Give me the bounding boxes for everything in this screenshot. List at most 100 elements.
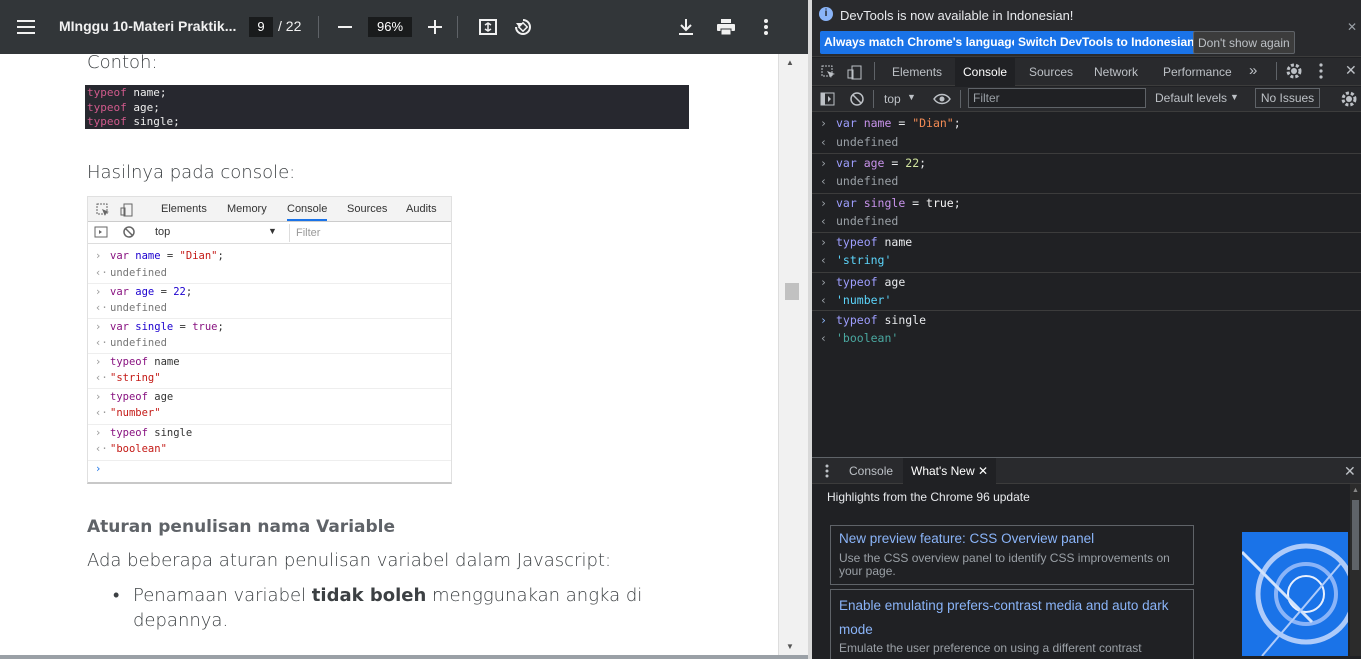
feature-card-description: Use the CSS overview panel to identify C… [839, 551, 1170, 578]
scrollbar-thumb[interactable] [785, 283, 799, 300]
embedded-tab: Sources [347, 203, 388, 215]
page-total: / 22 [278, 18, 302, 34]
scrollbar-thumb[interactable] [1352, 500, 1359, 570]
embedded-tab: Audits [406, 203, 437, 215]
customize-menu-icon[interactable] [1319, 63, 1323, 82]
embedded-filter: Filter [289, 224, 449, 242]
feature-card[interactable]: New preview feature: CSS Overview panel … [830, 525, 1194, 585]
sidebar-toggle-icon[interactable] [820, 92, 835, 109]
sidebar-toggle-icon [94, 226, 108, 241]
close-drawer-icon[interactable]: ✕ [1344, 463, 1356, 480]
close-tab-icon[interactable]: ✕ [978, 464, 988, 478]
issues-counter-button[interactable]: No Issues [1255, 88, 1320, 108]
whats-new-label: What's New [911, 464, 975, 478]
console-output-line: ‹'string' [820, 253, 892, 267]
bullet-item-continuation: depannya. [133, 610, 229, 631]
embedded-tab: Elements [161, 203, 207, 215]
code-line: typeof single; [87, 115, 180, 128]
embedded-tab: Memory [227, 203, 267, 215]
embedded-console-line: › typeof age [88, 388, 451, 405]
console-input-line[interactable]: › typeof name [812, 232, 1361, 251]
console-input-line[interactable]: › typeof age [812, 272, 1361, 291]
whats-new-scrollbar[interactable]: ▲ [1350, 484, 1361, 656]
embedded-console-line: ‹· undefined [95, 302, 167, 314]
tab-divider [874, 62, 875, 80]
dropdown-icon: ▼ [268, 226, 277, 236]
tab-network[interactable]: Network [1094, 65, 1138, 79]
tab-divider [1276, 62, 1277, 80]
context-select: top [155, 226, 171, 238]
console-filter-input[interactable]: Filter [968, 88, 1146, 108]
divider [960, 90, 961, 108]
divider [873, 90, 874, 108]
tab-console[interactable]: Console [955, 58, 1016, 86]
dropdown-icon[interactable]: ▼ [907, 92, 916, 102]
console-input-line[interactable]: › typeof single [812, 310, 1361, 329]
print-icon[interactable] [715, 16, 737, 38]
inspect-element-icon[interactable] [821, 65, 836, 83]
always-match-language-button[interactable]: Always match Chrome's language [820, 31, 1023, 54]
info-icon: i [819, 7, 833, 21]
console-input-line[interactable]: › var age = 22; [812, 153, 1361, 172]
scroll-down-icon[interactable]: ▼ [786, 642, 794, 651]
drawer-menu-icon[interactable] [825, 464, 829, 481]
context-selector[interactable]: top [884, 92, 901, 106]
more-tabs-icon[interactable]: » [1249, 62, 1257, 79]
log-levels-select[interactable]: Default levels [1155, 91, 1227, 105]
highlights-heading: Highlights from the Chrome 96 update [827, 490, 1030, 504]
hasil-label: Hasilnya pada console: [87, 162, 296, 183]
scroll-up-icon[interactable]: ▲ [786, 58, 794, 67]
tab-sources[interactable]: Sources [1029, 65, 1073, 79]
download-icon[interactable] [675, 16, 697, 38]
feature-card-title[interactable]: Enable emulating prefers-contrast media … [839, 594, 1185, 642]
console-input-line[interactable]: › var name = "Dian"; [812, 114, 1361, 133]
clear-console-icon[interactable] [850, 92, 864, 109]
console-output-line: ‹'boolean' [820, 331, 899, 345]
feature-card-title[interactable]: New preview feature: CSS Overview panel [839, 530, 1185, 548]
close-devtools-icon[interactable]: ✕ [1345, 62, 1357, 79]
device-icon [120, 203, 134, 220]
console-settings-icon[interactable] [1341, 91, 1357, 110]
more-options-icon[interactable] [755, 16, 777, 38]
drawer-tab-console[interactable]: Console [849, 464, 893, 478]
dropdown-icon[interactable]: ▼ [1230, 92, 1239, 102]
embedded-console-line: ‹· "boolean" [95, 443, 167, 455]
scroll-up-icon[interactable]: ▲ [1352, 487, 1359, 494]
paragraph: Ada beberapa aturan penulisan variabel d… [87, 550, 612, 571]
device-toolbar-icon[interactable] [847, 65, 862, 83]
drawer-tab-whats-new[interactable]: What's New ✕ [903, 458, 997, 485]
settings-gear-icon[interactable] [1286, 63, 1302, 82]
embedded-console-line: › var name = "Dian"; [95, 250, 224, 262]
zoom-out-icon[interactable] [335, 17, 355, 37]
zoom-in-icon[interactable] [425, 17, 445, 37]
console-filterbar: top ▼ Filter Default levels ▼ No Issues [812, 87, 1361, 112]
menu-icon[interactable] [14, 15, 38, 39]
embedded-filterbar: top ▼ Filter [88, 222, 451, 244]
live-expression-eye-icon[interactable] [933, 93, 951, 108]
pdf-bottom-edge [0, 655, 808, 659]
embedded-console-line: ‹· undefined [95, 337, 167, 349]
feature-card[interactable]: Enable emulating prefers-contrast media … [830, 589, 1194, 659]
embedded-console-prompt: › [88, 460, 451, 477]
console-output-line: ‹'number' [820, 293, 892, 307]
console-output-line: ‹ undefined [820, 135, 899, 149]
fit-page-icon[interactable] [477, 16, 499, 38]
section-heading: Aturan penulisan nama Variable [87, 517, 396, 537]
infobar-message: DevTools is now available in Indonesian! [840, 8, 1074, 23]
clear-icon [123, 226, 135, 241]
drawer-tabbar: Console What's New ✕ ✕ [812, 457, 1361, 485]
close-infobar-icon[interactable]: ✕ [1347, 20, 1357, 34]
embedded-tab-active: Console [287, 203, 328, 221]
embedded-tabbar: Elements Memory Console Sources Audits [88, 197, 451, 222]
pdf-toolbar: MInggu 10-Materi Praktik... 9 / 22 96% [0, 0, 808, 54]
pdf-scrollbar[interactable]: ▲ ▼ [778, 54, 808, 656]
switch-language-button[interactable]: Switch DevTools to Indonesian [1014, 31, 1199, 54]
contoh-label: Contoh: [87, 52, 158, 73]
tab-elements[interactable]: Elements [892, 65, 942, 79]
rotate-icon[interactable] [512, 16, 534, 38]
tab-performance[interactable]: Performance [1163, 65, 1232, 79]
page-number-input[interactable]: 9 [249, 17, 273, 37]
console-input-line[interactable]: › var single = true; [812, 193, 1361, 212]
dont-show-again-button[interactable]: Don't show again [1193, 31, 1295, 54]
zoom-level-input[interactable]: 96% [368, 17, 412, 37]
